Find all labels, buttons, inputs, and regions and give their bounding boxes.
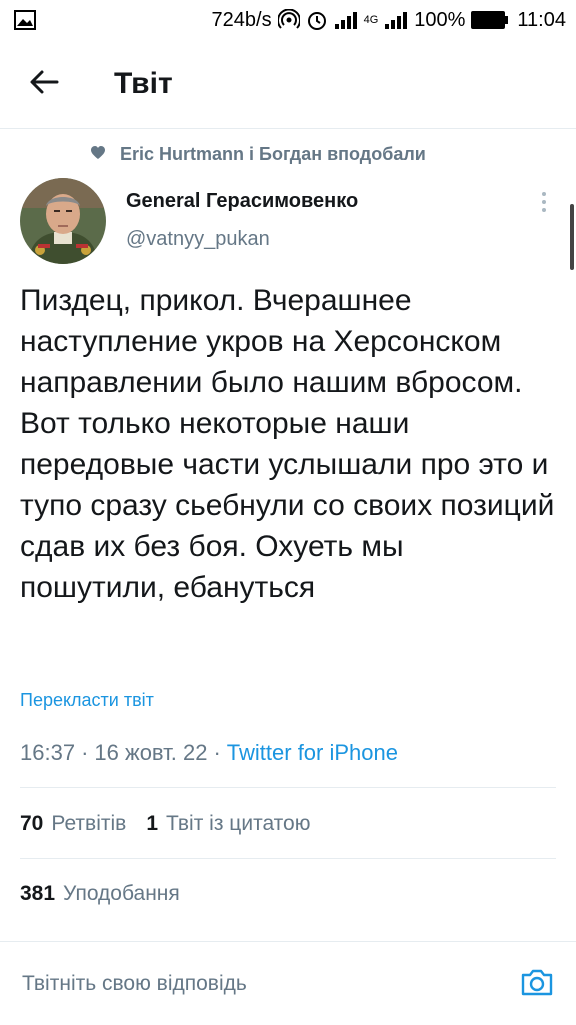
author-name[interactable]: General Герасимовенко (126, 190, 358, 213)
heart-icon (90, 144, 106, 165)
social-context-text: Eric Hurtmann і Богдан вподобали (120, 144, 426, 164)
likes-label: Уподобання (63, 882, 180, 905)
meta-separator: · (81, 740, 89, 765)
translate-tweet-link[interactable]: Перекласти твіт (20, 690, 154, 711)
tweet-meta: 16:37 · 16 жовт. 22 · Twitter for iPhone (20, 740, 398, 766)
network-type-icon: 4G (363, 14, 379, 26)
alarm-icon (306, 9, 328, 31)
signal-icon (334, 10, 358, 30)
page-title: Твіт (114, 67, 173, 100)
tweet-text: Пиздец, прикол. Вчерашнее наступление ук… (20, 284, 563, 604)
network-speed: 724b/s (211, 8, 272, 31)
social-context[interactable]: Eric Hurtmann і Богдан вподобали (90, 144, 426, 165)
more-options-button[interactable] (530, 190, 558, 218)
signal-4g-icon (384, 10, 408, 30)
reply-input[interactable] (22, 972, 492, 996)
hotspot-icon (277, 9, 300, 31)
quotes-label: Твіт із цитатою (166, 812, 311, 835)
tweet-time: 16:37 (20, 740, 76, 765)
likes-stat[interactable]: 381 Уподобання (20, 882, 180, 906)
scrollbar-thumb[interactable] (570, 204, 574, 270)
retweets-count: 70 (20, 812, 44, 835)
camera-button[interactable] (518, 965, 556, 1003)
divider (20, 787, 556, 788)
clock: 11:04 (517, 8, 566, 31)
image-icon (14, 10, 36, 30)
arrow-left-icon (29, 69, 59, 100)
likes-count: 381 (20, 882, 56, 905)
tweet-date: 16 жовт. 22 (94, 740, 208, 765)
divider (20, 858, 556, 859)
camera-icon (520, 967, 554, 1002)
tweet-source-link[interactable]: Twitter for iPhone (227, 740, 398, 766)
more-vertical-icon (541, 191, 547, 218)
meta-separator: · (213, 740, 221, 765)
author-handle[interactable]: @vatnyy_pukan (126, 228, 270, 251)
stats-row: 70 Ретвітів 1 Твіт із цитатою (20, 812, 310, 836)
back-button[interactable] (12, 52, 76, 116)
battery-icon (471, 11, 509, 29)
app-header: Твіт (0, 40, 576, 129)
quotes-stat[interactable]: 1 Твіт із цитатою (146, 812, 310, 836)
avatar[interactable] (20, 178, 106, 264)
status-bar: 724b/s 4G 100% 11:04 (0, 0, 576, 40)
quotes-count: 1 (146, 812, 158, 835)
retweets-label: Ретвітів (51, 812, 127, 835)
battery-percent: 100% (414, 8, 466, 31)
retweets-stat[interactable]: 70 Ретвітів (20, 812, 126, 836)
